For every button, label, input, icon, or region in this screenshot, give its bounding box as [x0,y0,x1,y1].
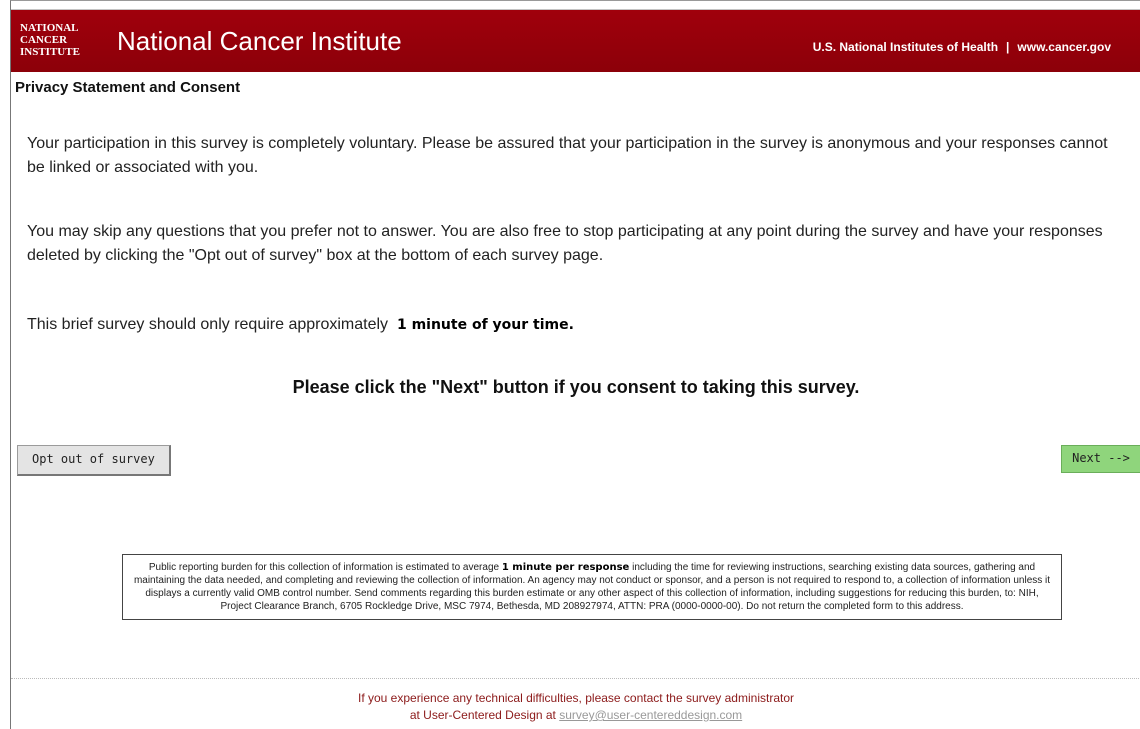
opt-out-button[interactable]: Opt out of survey [17,445,171,476]
consent-instruction: Please click the "Next" button if you co… [292,377,860,397]
footer: If you experience any technical difficul… [11,690,1140,724]
survey-page: National Cancer Institute National Cance… [10,0,1140,729]
header-separator: | [1006,40,1010,54]
cancer-gov-link[interactable]: www.cancer.gov [1017,40,1111,54]
skip-questions-paragraph: You may skip any questions that you pref… [27,223,1103,264]
time-estimate-paragraph: This brief survey should only require ap… [27,313,1117,337]
nih-link[interactable]: U.S. National Institutes of Health [813,40,998,54]
logo-line: Cancer [20,34,68,46]
footer-line-2: at User-Centered Design at survey@user-c… [11,707,1140,724]
header-banner: National Cancer Institute National Cance… [11,9,1140,72]
footer-prefix: at User-Centered Design at [409,708,556,722]
footer-line-1: If you experience any technical difficul… [357,691,794,705]
header-links: U.S. National Institutes of Health | www.c… [813,40,1111,54]
next-button[interactable]: Next --> [1061,445,1140,473]
nci-logo: National Cancer Institute [20,22,94,60]
footer-divider [11,678,1140,679]
logo-line: Institute [20,46,80,58]
time-estimate-emphasis: 1 minute of your time. [396,317,574,333]
burden-statement: Public reporting burden for this collect… [122,554,1062,620]
admin-email-link[interactable]: survey@user-centereddesign.com [559,708,742,722]
voluntary-paragraph: Your participation in this survey is com… [27,135,1108,176]
burden-prefix: Public reporting burden for this collect… [148,562,500,573]
burden-emphasis: 1 minute per response [501,562,630,573]
institute-name: National Cancer Institute [117,26,402,56]
page-title: Privacy Statement and Consent [15,79,241,96]
logo-line: National [20,22,79,34]
time-estimate-text: This brief survey should only require ap… [27,316,389,333]
